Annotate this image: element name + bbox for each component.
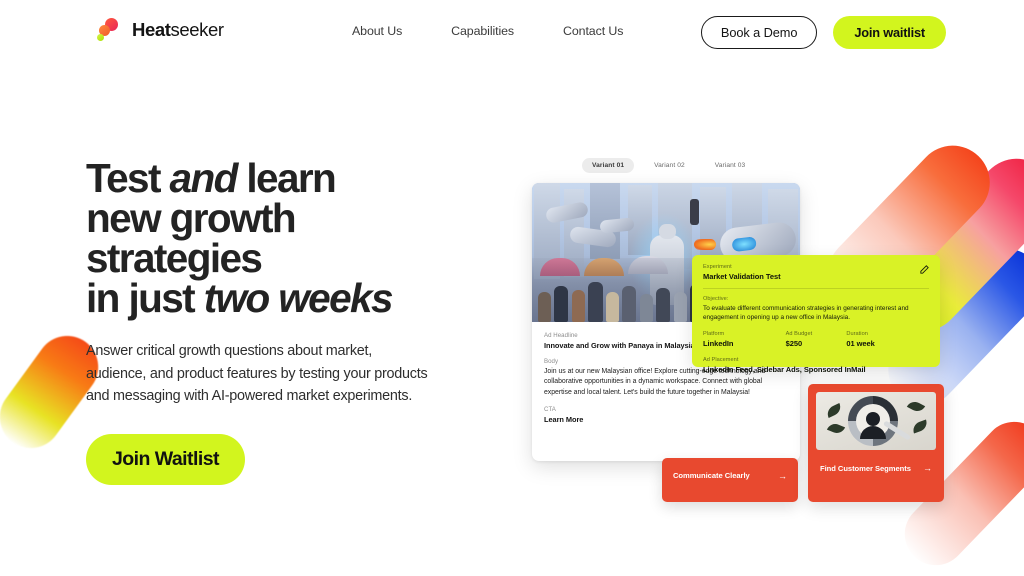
duration-label: Duration xyxy=(846,330,868,337)
ad-cta-label: CTA xyxy=(544,405,556,413)
product-mockup: Variant 01 Variant 02 Variant 03 Ad Head… xyxy=(520,150,960,530)
budget-label: Ad Budget xyxy=(785,330,813,337)
headline-line-4-a: in just xyxy=(86,275,204,321)
budget-column: Ad Budget $250 xyxy=(786,331,847,348)
objective-value: To evaluate different communication stra… xyxy=(703,305,909,322)
experiment-details-card: Experiment Market Validation Test Object… xyxy=(692,255,940,374)
duration-value: 01 week xyxy=(846,338,875,348)
hero-section: Test and learn new growth strategies in … xyxy=(86,158,446,485)
platform-value: LinkedIn xyxy=(703,338,734,348)
duration-column: Duration 01 week xyxy=(846,331,929,348)
objective-label: Objective: xyxy=(703,296,729,302)
ad-cta-value: Learn More xyxy=(544,414,584,424)
heatseeker-dots-logo-icon xyxy=(97,17,123,43)
customer-segments-illustration xyxy=(816,392,936,450)
platform-column: Platform LinkedIn xyxy=(703,331,786,348)
arrow-right-icon: → xyxy=(778,470,787,481)
variant-tab-01[interactable]: Variant 01 xyxy=(582,158,635,173)
book-demo-button[interactable]: Book a Demo xyxy=(700,16,818,49)
nav-links: About Us Capabilities Contact Us xyxy=(352,24,623,38)
nav-link-capabilities[interactable]: Capabilities xyxy=(451,24,514,38)
nav-link-about-us[interactable]: About Us xyxy=(352,24,402,38)
variant-tabs: Variant 01 Variant 02 Variant 03 xyxy=(582,158,755,173)
nav-link-contact-us[interactable]: Contact Us xyxy=(563,24,623,38)
budget-value: $250 xyxy=(785,338,803,348)
hero-subcopy: Answer critical growth questions about m… xyxy=(86,343,428,405)
experiment-value: Market Validation Test xyxy=(703,272,781,281)
arrow-right-icon: → xyxy=(923,463,932,473)
variant-tab-02[interactable]: Variant 02 xyxy=(644,158,695,173)
join-waitlist-nav-button[interactable]: Join waitlist xyxy=(833,16,946,49)
platform-label: Platform xyxy=(703,330,725,337)
headline-line-4-emphasis: two weeks xyxy=(203,275,394,321)
brand-logo[interactable]: Heatseeker xyxy=(97,17,224,43)
experiment-meta-columns: Platform LinkedIn Ad Budget $250 Duratio… xyxy=(703,331,929,348)
placement-value: LinkedIn Feed, Sidebar Ads, Sponsored In… xyxy=(703,364,866,374)
feature-card-communicate-clearly[interactable]: Communicate Clearly → xyxy=(662,458,798,502)
feature-card-segments-title: Find Customer Segments xyxy=(820,464,911,473)
landing-page: Heatseeker About Us Capabilities Contact… xyxy=(0,0,1024,576)
brand-name: Heatseeker xyxy=(132,19,224,41)
brand-name-bold: Heat xyxy=(132,19,171,40)
brand-name-light: seeker xyxy=(170,19,225,40)
join-waitlist-hero-button[interactable]: Join Waitlist xyxy=(86,433,245,485)
feature-card-communicate-title: Communicate Clearly xyxy=(673,471,750,480)
pencil-edit-icon[interactable] xyxy=(919,264,930,275)
page-title: Test and learn new growth strategies in … xyxy=(86,158,446,321)
experiment-divider xyxy=(703,288,929,289)
placement-label: Ad Placement xyxy=(703,356,739,363)
top-navigation-bar: Heatseeker About Us Capabilities Contact… xyxy=(0,0,1024,62)
variant-tab-03[interactable]: Variant 03 xyxy=(705,158,756,173)
feature-card-find-customer-segments[interactable]: Find Customer Segments → xyxy=(808,384,944,502)
nav-actions: Book a Demo Join waitlist xyxy=(700,16,946,49)
experiment-label: Experiment xyxy=(703,264,732,270)
